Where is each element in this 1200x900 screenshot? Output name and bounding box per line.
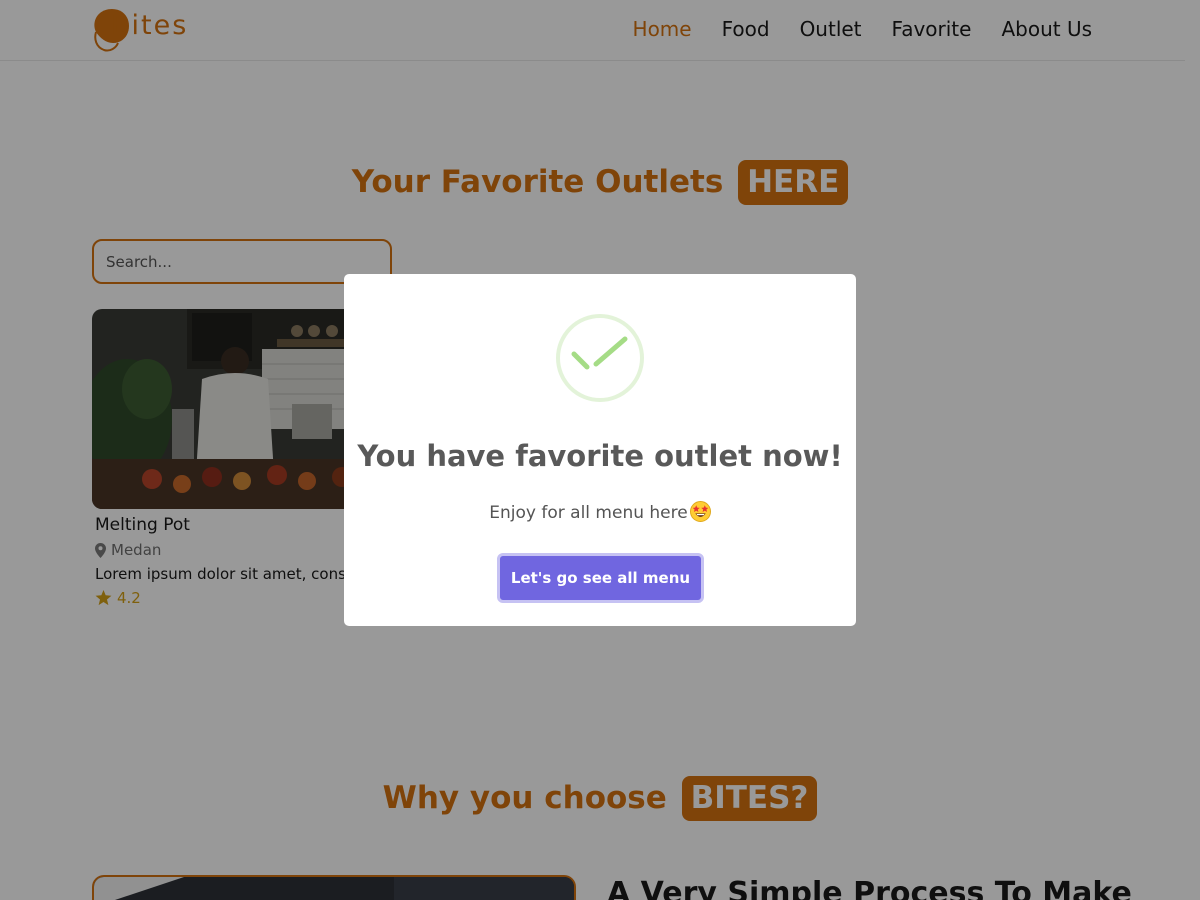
confirm-button[interactable]: Let's go see all menu — [497, 553, 704, 603]
star-struck-emoji — [689, 501, 711, 522]
modal-text: Enjoy for all menu here — [344, 501, 856, 523]
modal-title: You have favorite outlet now! — [357, 439, 843, 473]
success-modal: You have favorite outlet now! Enjoy for … — [344, 274, 856, 626]
success-check-icon — [556, 314, 644, 402]
modal-text-label: Enjoy for all menu here — [489, 503, 688, 523]
